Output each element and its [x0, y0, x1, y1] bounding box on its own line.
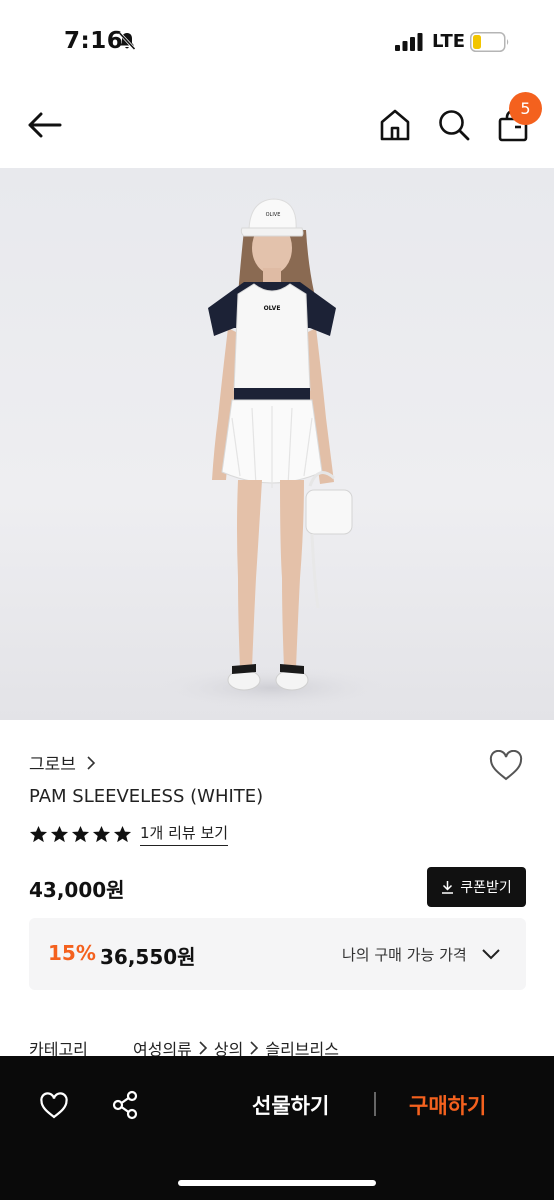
brand-name: 그로브 [29, 755, 76, 775]
download-icon [442, 881, 454, 894]
back-arrow-icon[interactable] [26, 108, 64, 142]
gift-button[interactable]: 선물하기 [252, 1090, 329, 1120]
rating-row: 1개 리뷰 보기 [29, 822, 229, 846]
bell-muted-icon [118, 31, 136, 51]
cart-count-badge: 5 [509, 92, 542, 125]
discount-price: 36,550원 [100, 945, 196, 969]
bottom-action-bar: 선물하기 구매하기 [0, 1056, 554, 1200]
model-photo: OLIVE OLVE [152, 198, 392, 710]
divider [374, 1092, 376, 1116]
discount-percent: 15% [48, 941, 96, 965]
chevron-right-icon [199, 1041, 208, 1055]
star-icon [29, 825, 48, 842]
signal-icon [395, 33, 423, 51]
my-price-label: 나의 구매 가능 가격 [342, 946, 467, 964]
search-icon[interactable] [437, 108, 471, 142]
chevron-right-icon [87, 755, 96, 770]
coupon-button[interactable]: 쿠폰받기 [427, 867, 526, 907]
buy-button[interactable]: 구매하기 [409, 1090, 486, 1120]
network-label: LTE [432, 31, 466, 52]
product-title: PAM SLEEVELESS (WHITE) [29, 786, 264, 807]
status-time: 7:16 [64, 28, 124, 54]
cap-logo-text: OLIVE [266, 212, 281, 218]
brand-link[interactable]: 그로브 [29, 750, 96, 775]
top-nav: 5 [0, 84, 554, 168]
chevron-down-icon[interactable] [481, 947, 501, 961]
product-image[interactable]: OLIVE OLVE [0, 168, 554, 720]
coupon-label: 쿠폰받기 [460, 880, 512, 896]
home-indicator[interactable] [178, 1180, 376, 1186]
star-icon [92, 825, 111, 842]
discount-box[interactable]: 15% 36,550원 나의 구매 가능 가격 [29, 918, 526, 990]
review-link[interactable]: 1개 리뷰 보기 [140, 822, 229, 846]
home-icon[interactable] [379, 108, 411, 142]
heart-icon[interactable] [39, 1092, 69, 1120]
star-icon [71, 825, 90, 842]
star-rating [29, 825, 132, 844]
share-icon[interactable] [111, 1090, 139, 1120]
star-icon [50, 825, 69, 842]
battery-icon [470, 32, 509, 52]
wishlist-heart-icon[interactable] [488, 750, 524, 782]
top-logo-text: OLVE [264, 305, 281, 312]
price: 43,000원 [29, 878, 125, 902]
star-icon [113, 825, 132, 842]
chevron-right-icon [250, 1041, 259, 1055]
status-bar: 7:16 LTE [0, 0, 554, 84]
